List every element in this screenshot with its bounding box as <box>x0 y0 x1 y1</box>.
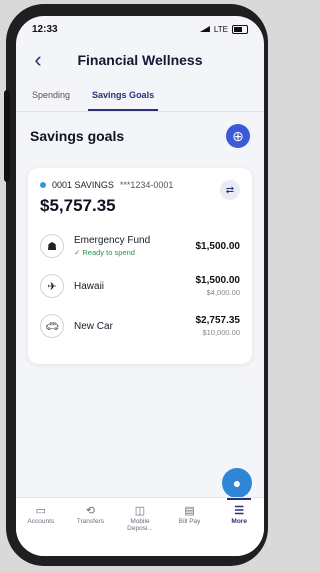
nav-label: Transfers <box>76 518 104 525</box>
savings-account-card: 0001 SAVINGS ***1234-0001 $5,757.35 ⇄ ☗ … <box>28 168 252 364</box>
goal-item-emergency-fund[interactable]: ☗ Emergency Fund ✓ Ready to spend $1,500… <box>40 226 240 266</box>
tab-savings-goals[interactable]: Savings Goals <box>88 82 159 111</box>
tabs-divider <box>16 111 264 112</box>
top-header: ‹ Financial Wellness <box>16 44 264 76</box>
tab-label: Savings Goals <box>92 90 155 100</box>
goal-right: $2,757.35 $10,000.00 <box>196 315 241 337</box>
tab-spending[interactable]: Spending <box>32 82 70 110</box>
status-time: 12:33 <box>32 23 58 35</box>
account-settings-button[interactable]: ⇄ <box>220 180 240 200</box>
goal-left: ☗ Emergency Fund ✓ Ready to spend <box>40 234 150 258</box>
goal-right: $1,500.00 $4,000.00 <box>196 275 241 297</box>
account-mask: ***1234-0001 <box>119 180 174 190</box>
chat-bubble-icon: ● <box>232 475 242 491</box>
goal-right: $1,500.00 <box>196 241 241 252</box>
nav-label: Bill Pay <box>178 518 201 525</box>
goal-left: 🚗︎ New Car <box>40 314 113 338</box>
goal-text: Emergency Fund ✓ Ready to spend <box>74 235 150 257</box>
tab-bar: Spending Savings Goals <box>16 82 264 111</box>
nav-accounts[interactable]: ▭ Accounts <box>18 498 64 525</box>
shield-icon: ☗ <box>40 234 64 258</box>
airplane-icon: ✈ <box>40 274 64 298</box>
account-info: 0001 SAVINGS ***1234-0001 $5,757.35 <box>40 180 173 216</box>
nav-bill-pay[interactable]: ▤ Bill Pay <box>167 498 213 525</box>
add-goal-button[interactable]: ⊕ <box>226 124 250 148</box>
app-screen: 12:33 LTE ‹ Financial Wellness Spending … <box>16 16 264 556</box>
bottom-navigation: ▭ Accounts ⟲ Transfers ◫ Mobile Deposi..… <box>16 497 264 556</box>
nav-transfers[interactable]: ⟲ Transfers <box>67 498 113 525</box>
account-summary: 0001 SAVINGS ***1234-0001 $5,757.35 ⇄ <box>40 180 240 216</box>
nav-label: Accounts <box>27 518 55 525</box>
goal-status-text: Ready to spend <box>82 248 135 257</box>
goal-name: Hawaii <box>74 280 105 292</box>
goal-amount: $1,500.00 <box>195 275 241 286</box>
goal-text: Hawaii <box>74 281 104 292</box>
section-header: Savings goals ⊕ <box>30 124 250 148</box>
plus-icon: ⊕ <box>232 128 244 144</box>
tab-label: Spending <box>32 90 71 100</box>
goal-item-new-car[interactable]: 🚗︎ New Car $2,757.35 $10,000.00 <box>40 306 240 346</box>
goal-name: New Car <box>74 320 113 332</box>
goal-text: New Car <box>74 321 113 332</box>
chat-button[interactable]: ● <box>222 468 252 498</box>
goals-list: ☗ Emergency Fund ✓ Ready to spend $1,500… <box>40 226 240 346</box>
car-icon: 🚗︎ <box>40 314 64 338</box>
account-name-row: 0001 SAVINGS ***1234-0001 <box>40 180 173 190</box>
status-bar: 12:33 LTE <box>16 16 264 42</box>
phone-side-button <box>4 90 10 182</box>
nav-mobile-deposit[interactable]: ◫ Mobile Deposi... <box>117 498 163 532</box>
nav-more[interactable]: ☰ More <box>216 498 262 525</box>
bill-icon: ▤ <box>184 505 195 517</box>
status-icons: LTE <box>199 24 248 34</box>
camera-icon: ◫ <box>134 505 146 517</box>
account-name: 0001 SAVINGS <box>52 180 114 190</box>
accounts-icon: ▭ <box>35 505 46 517</box>
account-balance: $5,757.35 <box>40 196 116 215</box>
network-label: LTE <box>213 24 228 34</box>
nav-label: More <box>231 518 247 525</box>
chevron-left-icon: ‹ <box>34 47 42 72</box>
page-title: Financial Wellness <box>77 52 203 68</box>
goal-target: $4,000.00 <box>206 288 240 297</box>
sliders-icon: ⇄ <box>225 184 235 196</box>
signal-icon <box>199 26 210 32</box>
transfer-icon: ⟲ <box>85 505 95 517</box>
goal-item-hawaii[interactable]: ✈ Hawaii $1,500.00 $4,000.00 <box>40 266 240 306</box>
section-title: Savings goals <box>30 128 125 144</box>
goal-left: ✈ Hawaii <box>40 274 104 298</box>
goal-amount: $1,500.00 <box>195 240 241 252</box>
nav-label: Mobile Deposi... <box>127 518 153 532</box>
goal-target: $10,000.00 <box>202 328 240 337</box>
account-dot-icon <box>40 182 46 188</box>
menu-icon: ☰ <box>234 505 245 517</box>
goal-name: Emergency Fund <box>74 235 151 246</box>
goal-status: ✓ Ready to spend <box>74 248 150 257</box>
back-button[interactable]: ‹ <box>26 47 50 72</box>
goal-amount: $2,757.35 <box>195 315 241 326</box>
battery-icon <box>232 24 248 34</box>
